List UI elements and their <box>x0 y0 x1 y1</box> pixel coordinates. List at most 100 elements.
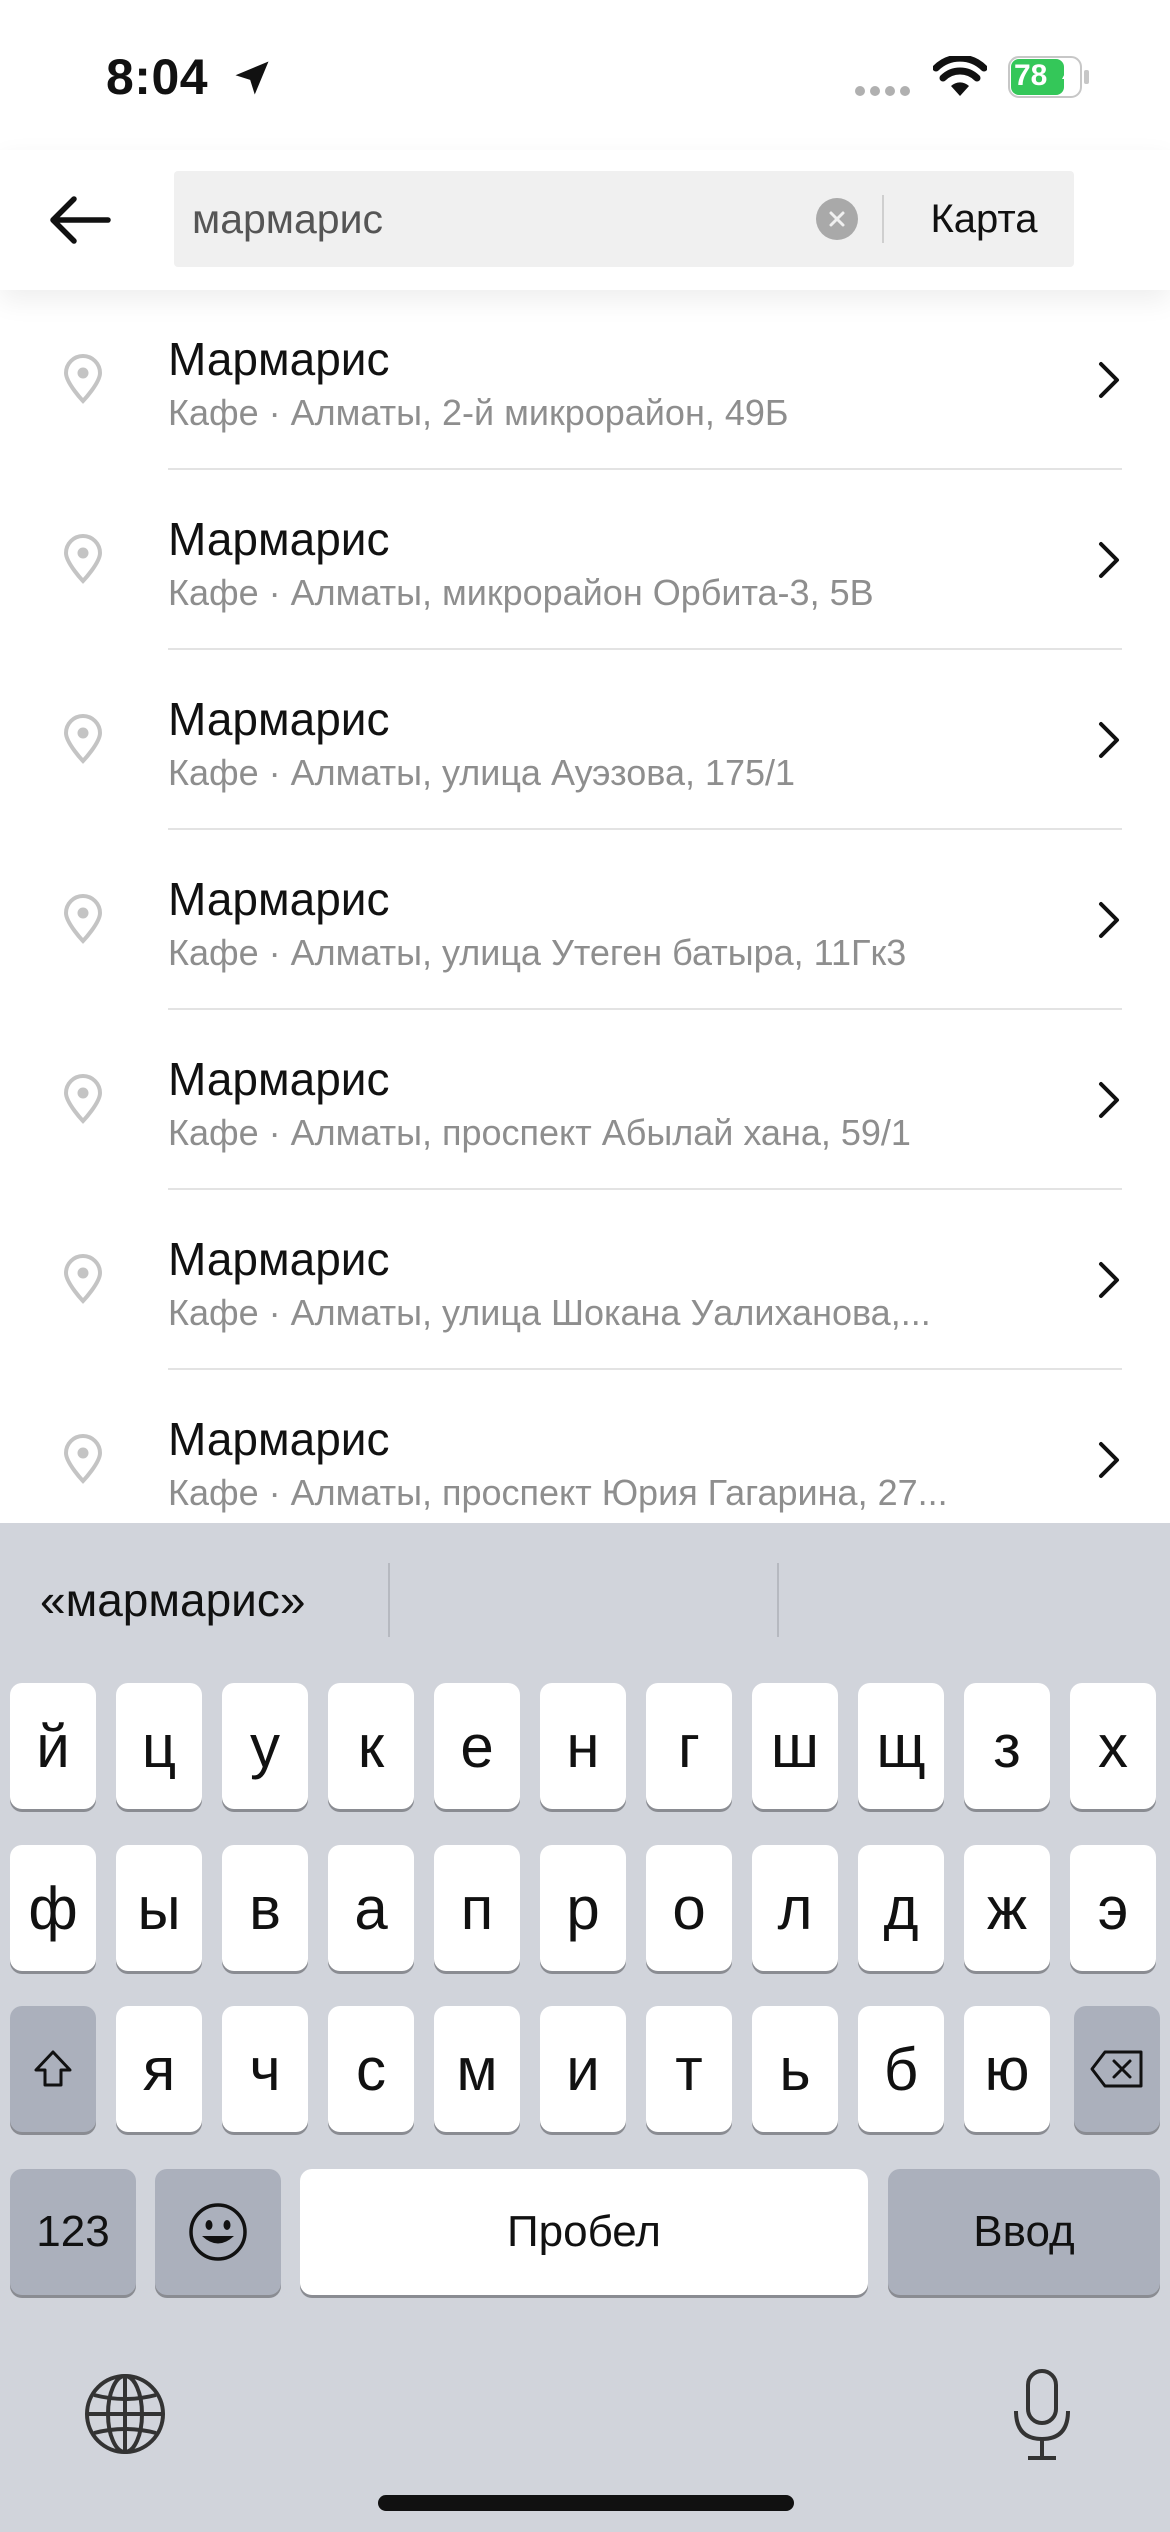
letter-key[interactable]: с <box>328 2006 414 2132</box>
back-arrow-icon <box>50 196 111 244</box>
result-subtitle: Кафе · Алматы, проспект Юрия Гагарина, 2… <box>168 1472 948 1513</box>
location-pin-icon <box>63 354 103 404</box>
search-box: Карта <box>174 171 1074 267</box>
result-item[interactable]: Мармарис Кафе · Алматы, микрорайон Орбита… <box>0 470 1170 650</box>
chevron-right-icon <box>1099 1442 1119 1478</box>
letter-key[interactable]: ю <box>964 2006 1050 2132</box>
letter-key[interactable]: ь <box>752 2006 838 2132</box>
app-root: 8:04 78 мармарис Карта Мармарис Кафе · А… <box>0 0 1170 2532</box>
microphone-icon <box>1014 2369 1070 2460</box>
result-title: Мармарис <box>168 873 390 925</box>
wifi-icon <box>933 56 987 96</box>
cellular-signal-icon <box>855 86 910 96</box>
prediction-divider <box>388 1563 390 1637</box>
result-item[interactable]: Мармарис Кафе · Алматы, проспект Юрия Гаг… <box>0 1370 1170 1523</box>
status-time: 8:04 <box>106 49 209 105</box>
letter-key[interactable]: ф <box>10 1845 96 1971</box>
return-key[interactable]: Ввод <box>888 2169 1160 2295</box>
letter-key[interactable]: л <box>752 1845 838 1971</box>
letter-key[interactable]: и <box>540 2006 626 2132</box>
delete-key[interactable] <box>1074 2006 1160 2132</box>
search-header: Карта <box>0 150 1170 290</box>
result-item[interactable]: Мармарис Кафе · Алматы, 2-й микрорайон, 4… <box>0 290 1170 470</box>
letter-key[interactable]: щ <box>858 1683 944 1809</box>
result-item[interactable]: Мармарис Кафе · Алматы, улица Утеген баты… <box>0 830 1170 1010</box>
result-item[interactable]: Мармарис Кафе · Алматы, улица Шокана Уали… <box>0 1190 1170 1370</box>
letter-key[interactable]: т <box>646 2006 732 2132</box>
chevron-right-icon <box>1099 722 1119 758</box>
letter-key[interactable]: ц <box>116 1683 202 1809</box>
letter-key[interactable]: б <box>858 2006 944 2132</box>
globe-icon <box>85 2374 165 2454</box>
result-title: Мармарис <box>168 513 390 565</box>
emoji-icon <box>189 2203 247 2261</box>
letter-key[interactable]: я <box>116 2006 202 2132</box>
keyboard: «мармарис» 123 Пробел Ввод й ц у к е н г… <box>0 1523 1170 2532</box>
result-title: Мармарис <box>168 1413 390 1465</box>
letter-key[interactable]: ж <box>964 1845 1050 1971</box>
numbers-key[interactable]: 123 <box>10 2169 136 2295</box>
letter-key[interactable]: ч <box>222 2006 308 2132</box>
back-button[interactable] <box>40 188 120 252</box>
result-subtitle: Кафе · Алматы, улица Шокана Уалиханова,.… <box>168 1292 931 1333</box>
location-pin-icon <box>63 534 103 584</box>
letter-key[interactable]: д <box>858 1845 944 1971</box>
space-key[interactable]: Пробел <box>300 2169 868 2295</box>
result-subtitle: Кафе · Алматы, улица Ауэзова, 175/1 <box>168 752 796 793</box>
letter-key[interactable]: з <box>964 1683 1050 1809</box>
dictation-button[interactable] <box>1000 2365 1084 2465</box>
map-button[interactable]: Карта <box>894 171 1074 267</box>
globe-button[interactable] <box>80 2369 170 2459</box>
chevron-right-icon <box>1099 542 1119 578</box>
letter-key[interactable]: о <box>646 1845 732 1971</box>
letter-key[interactable]: а <box>328 1845 414 1971</box>
location-pin-icon <box>63 894 103 944</box>
letter-key[interactable]: х <box>1070 1683 1156 1809</box>
result-subtitle: Кафе · Алматы, проспект Абылай хана, 59/… <box>168 1112 911 1153</box>
battery-indicator: 78 <box>1008 56 1090 98</box>
letter-key[interactable]: е <box>434 1683 520 1809</box>
prediction-suggestion[interactable]: «мармарис» <box>40 1573 305 1627</box>
location-arrow-icon <box>235 61 269 95</box>
results-list: Мармарис Кафе · Алматы, 2-й микрорайон, 4… <box>0 290 1170 1523</box>
chevron-right-icon <box>1099 902 1119 938</box>
clear-x-icon <box>829 211 845 227</box>
prediction-divider <box>777 1563 779 1637</box>
result-item[interactable]: Мармарис Кафе · Алматы, улица Ауэзова, 17… <box>0 650 1170 830</box>
delete-icon <box>1090 2050 1143 2088</box>
location-pin-icon <box>63 714 103 764</box>
result-title: Мармарис <box>168 693 390 745</box>
letter-key[interactable]: п <box>434 1845 520 1971</box>
letter-key[interactable]: э <box>1070 1845 1156 1971</box>
letter-key[interactable]: в <box>222 1845 308 1971</box>
shift-icon <box>34 2050 72 2087</box>
home-indicator[interactable] <box>378 2495 794 2511</box>
letter-key[interactable]: й <box>10 1683 96 1809</box>
letter-key[interactable]: р <box>540 1845 626 1971</box>
chevron-right-icon <box>1099 1082 1119 1118</box>
shift-key[interactable] <box>10 2006 96 2132</box>
search-divider <box>882 195 884 243</box>
location-pin-icon <box>63 1074 103 1124</box>
letter-key[interactable]: ы <box>116 1845 202 1971</box>
letter-key[interactable]: м <box>434 2006 520 2132</box>
result-item[interactable]: Мармарис Кафе · Алматы, проспект Абылай х… <box>0 1010 1170 1190</box>
letter-key[interactable]: ш <box>752 1683 838 1809</box>
emoji-key[interactable] <box>155 2169 281 2295</box>
location-pin-icon <box>63 1434 103 1484</box>
letter-key[interactable]: у <box>222 1683 308 1809</box>
prediction-bar: «мармарис» <box>0 1523 1170 1669</box>
letter-key[interactable]: н <box>540 1683 626 1809</box>
result-subtitle: Кафе · Алматы, улица Утеген батыра, 11Гк… <box>168 932 907 973</box>
letter-key[interactable]: к <box>328 1683 414 1809</box>
result-title: Мармарис <box>168 1053 390 1105</box>
location-pin-icon <box>63 1254 103 1304</box>
clear-search-button[interactable] <box>816 198 858 240</box>
result-subtitle: Кафе · Алматы, микрорайон Орбита-3, 5В <box>168 572 874 613</box>
chevron-right-icon <box>1099 362 1119 398</box>
search-input[interactable] <box>192 171 792 267</box>
result-title: Мармарис <box>168 1233 390 1285</box>
result-subtitle: Кафе · Алматы, 2-й микрорайон, 49Б <box>168 392 789 433</box>
letter-key[interactable]: г <box>646 1683 732 1809</box>
status-bar: 8:04 78 <box>0 0 1170 150</box>
